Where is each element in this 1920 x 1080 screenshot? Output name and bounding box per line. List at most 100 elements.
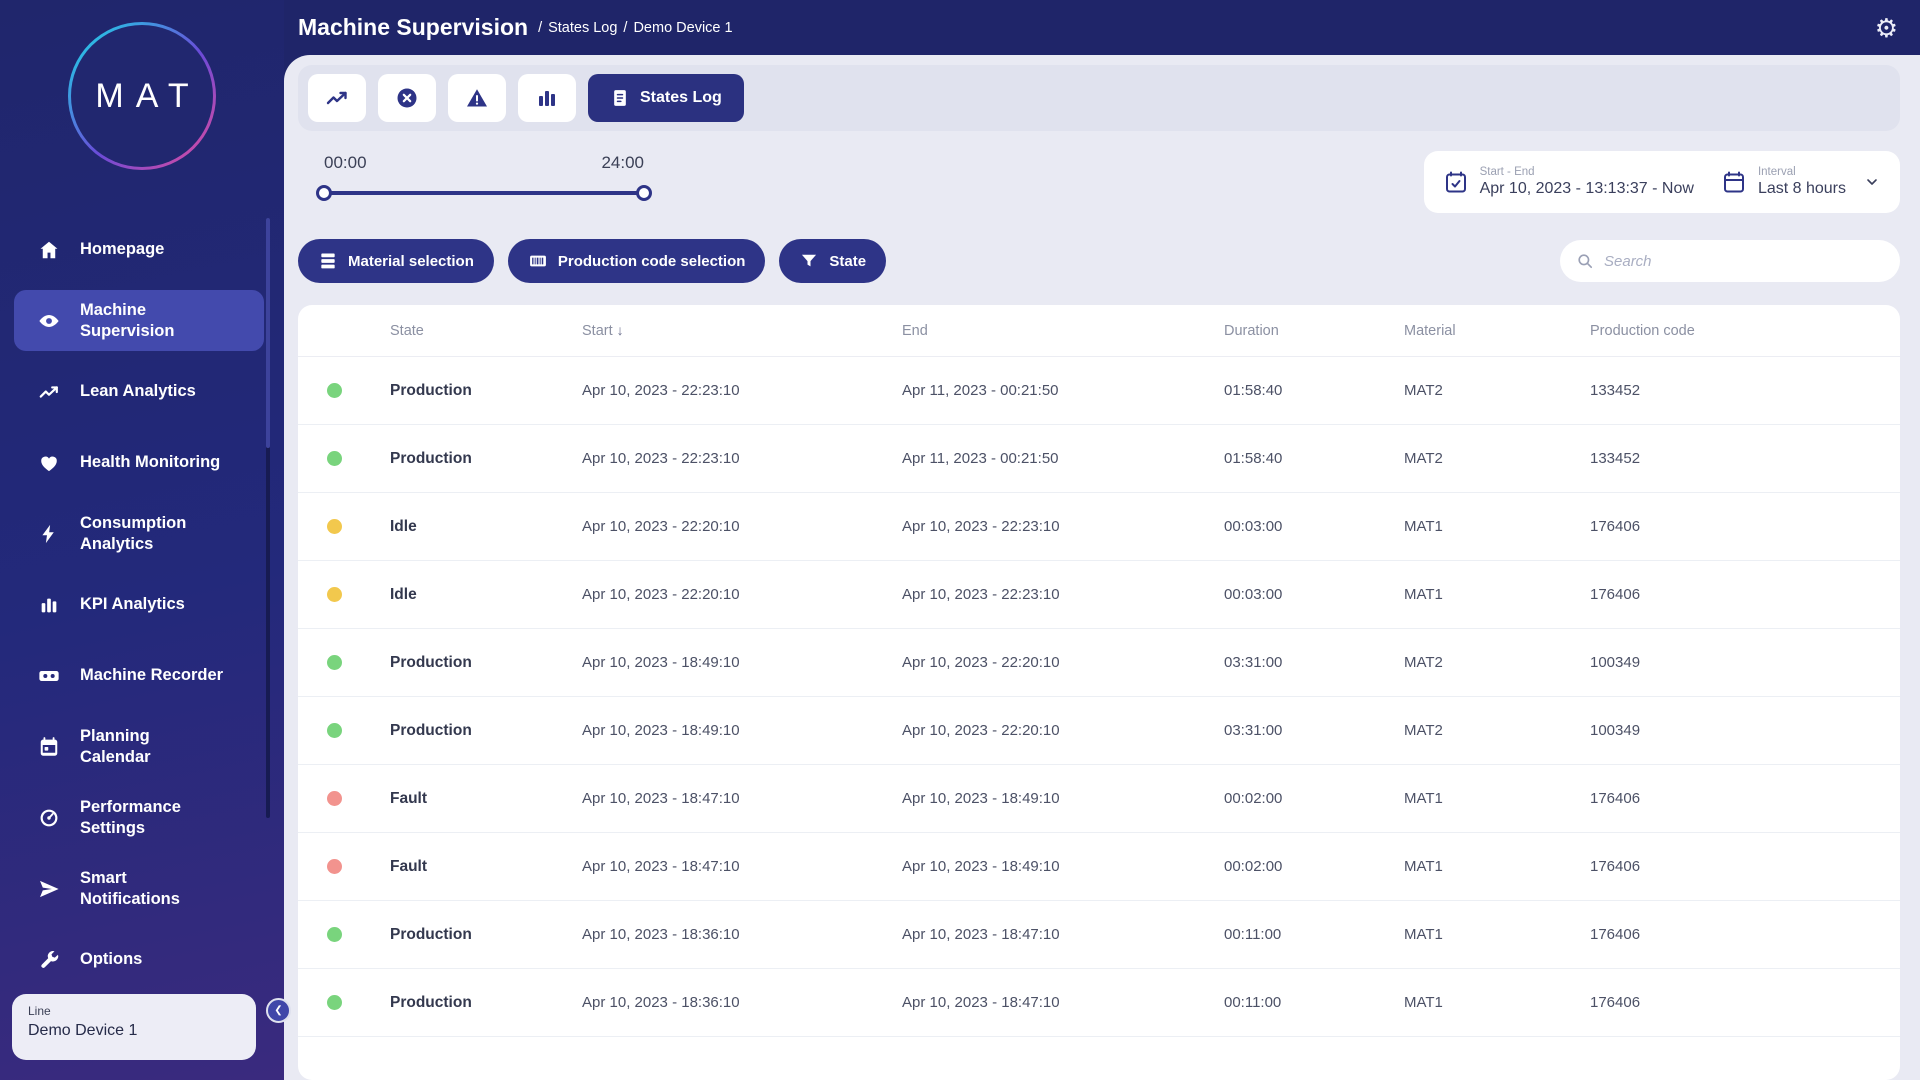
production-code-selection-button[interactable]: Production code selection	[508, 239, 766, 283]
cell-duration: 00:02:00	[1204, 790, 1384, 807]
trend-icon	[38, 380, 62, 404]
cell-production-code: 176406	[1570, 858, 1900, 875]
sidebar-item-machine-recorder[interactable]: Machine Recorder	[14, 645, 264, 706]
cell-production-code: 176406	[1570, 518, 1900, 535]
cell-start: Apr 10, 2023 - 18:49:10	[562, 654, 882, 671]
sidebar-item-options[interactable]: Options	[14, 929, 264, 990]
cell-state: Production	[370, 382, 562, 400]
sidebar-item-health-monitoring[interactable]: Health Monitoring	[14, 432, 264, 493]
start-end-picker[interactable]: Start - End Apr 10, 2023 - 13:13:37 - No…	[1444, 166, 1694, 198]
breadcrumb-item[interactable]: Demo Device 1	[633, 20, 732, 36]
cell-duration: 00:11:00	[1204, 926, 1384, 943]
cell-state: Production	[370, 722, 562, 740]
warning-triangle-icon	[465, 86, 489, 110]
cell-duration: 00:03:00	[1204, 586, 1384, 603]
cell-start: Apr 10, 2023 - 18:47:10	[562, 790, 882, 807]
tab-trend-button[interactable]	[308, 74, 366, 122]
table-row[interactable]: ProductionApr 10, 2023 - 18:36:10Apr 10,…	[298, 901, 1900, 969]
cell-state: Idle	[370, 518, 562, 536]
cell-duration: 00:11:00	[1204, 994, 1384, 1011]
table-row[interactable]: ProductionApr 10, 2023 - 22:23:10Apr 11,…	[298, 357, 1900, 425]
table-row[interactable]: IdleApr 10, 2023 - 22:20:10Apr 10, 2023 …	[298, 493, 1900, 561]
search-input[interactable]	[1604, 253, 1884, 270]
breadcrumb-item[interactable]: States Log	[548, 20, 617, 36]
column-header-production-code[interactable]: Production code	[1570, 323, 1900, 339]
tab-warnings-button[interactable]	[448, 74, 506, 122]
cell-duration: 03:31:00	[1204, 654, 1384, 671]
cell-production-code: 133452	[1570, 450, 1900, 467]
cell-production-code: 176406	[1570, 926, 1900, 943]
slider-track[interactable]	[324, 191, 644, 195]
device-selector[interactable]: Line Demo Device 1	[12, 994, 256, 1060]
table-row[interactable]: ProductionApr 10, 2023 - 18:49:10Apr 10,…	[298, 629, 1900, 697]
material-selection-button[interactable]: Material selection	[298, 239, 494, 283]
trend-chart-icon	[325, 86, 349, 110]
breadcrumb-separator: /	[623, 20, 627, 36]
settings-gear-icon[interactable]: ⚙	[1875, 15, 1898, 41]
cell-start: Apr 10, 2023 - 22:20:10	[562, 586, 882, 603]
interval-label: Interval	[1758, 166, 1846, 178]
state-dot	[327, 451, 342, 466]
cell-state: Production	[370, 994, 562, 1012]
table-row[interactable]: IdleApr 10, 2023 - 22:20:10Apr 10, 2023 …	[298, 561, 1900, 629]
state-dot	[327, 791, 342, 806]
material-selection-label: Material selection	[348, 253, 474, 270]
topbar: Machine Supervision / States Log / Demo …	[284, 0, 1920, 55]
sidebar-item-label: Lean Analytics	[80, 381, 196, 402]
funnel-icon	[799, 251, 819, 271]
sidebar-scrollbar-thumb[interactable]	[266, 218, 270, 448]
sidebar-scrollbar[interactable]	[266, 218, 270, 818]
sidebar-item-machine-supervision[interactable]: Machine Supervision	[14, 290, 264, 351]
column-header-duration[interactable]: Duration	[1204, 323, 1384, 339]
cell-material: MAT2	[1384, 382, 1570, 399]
sidebar-item-homepage[interactable]: Homepage	[14, 219, 264, 280]
barcode-icon	[528, 251, 548, 271]
cell-start: Apr 10, 2023 - 22:20:10	[562, 518, 882, 535]
cell-state: Fault	[370, 858, 562, 876]
cell-end: Apr 11, 2023 - 00:21:50	[882, 382, 1204, 399]
column-header-material[interactable]: Material	[1384, 323, 1570, 339]
table-row[interactable]: FaultApr 10, 2023 - 18:47:10Apr 10, 2023…	[298, 765, 1900, 833]
sidebar: MAT HomepageMachine SupervisionLean Anal…	[0, 0, 284, 1080]
state-filter-button[interactable]: State	[779, 239, 886, 283]
main-content: States Log 00:00 24:00	[284, 55, 1920, 1080]
cell-duration: 03:31:00	[1204, 722, 1384, 739]
tab-states-log-button[interactable]: States Log	[588, 74, 744, 122]
cell-end: Apr 11, 2023 - 00:21:50	[882, 450, 1204, 467]
sidebar-item-lean-analytics[interactable]: Lean Analytics	[14, 361, 264, 422]
sidebar-item-consumption-analytics[interactable]: Consumption Analytics	[14, 503, 264, 564]
table-row[interactable]: ProductionApr 10, 2023 - 18:36:10Apr 10,…	[298, 969, 1900, 1037]
breadcrumb: / States Log / Demo Device 1	[538, 20, 733, 36]
cell-state: Production	[370, 926, 562, 944]
sidebar-item-kpi-analytics[interactable]: KPI Analytics	[14, 574, 264, 635]
table-row[interactable]: ProductionApr 10, 2023 - 18:49:10Apr 10,…	[298, 697, 1900, 765]
sidebar-collapse-button[interactable]: ❮	[266, 998, 291, 1023]
table-row[interactable]: ProductionApr 10, 2023 - 22:23:10Apr 11,…	[298, 425, 1900, 493]
home-icon	[38, 238, 62, 262]
slider-handle-end[interactable]	[636, 185, 652, 201]
cell-production-code: 176406	[1570, 994, 1900, 1011]
bars-icon	[38, 593, 62, 617]
interval-picker[interactable]: Interval Last 8 hours	[1722, 166, 1880, 198]
sidebar-item-label: Health Monitoring	[80, 452, 220, 473]
date-range-card: Start - End Apr 10, 2023 - 13:13:37 - No…	[1424, 151, 1900, 213]
table-row[interactable]: FaultApr 10, 2023 - 18:47:10Apr 10, 2023…	[298, 833, 1900, 901]
slider-end-label: 24:00	[601, 153, 644, 173]
cell-end: Apr 10, 2023 - 22:23:10	[882, 518, 1204, 535]
column-header-start[interactable]: Start↓	[562, 322, 882, 339]
cell-material: MAT1	[1384, 858, 1570, 875]
cell-production-code: 100349	[1570, 722, 1900, 739]
sidebar-item-performance-settings[interactable]: Performance Settings	[14, 787, 264, 848]
state-dot	[327, 859, 342, 874]
column-header-state[interactable]: State	[370, 323, 562, 339]
x-circle-icon	[395, 86, 419, 110]
sidebar-menu: Homepage Machine Supervision Lean Analytic…	[0, 214, 284, 995]
page-title: Machine Supervision	[298, 14, 528, 41]
sidebar-item-planning-calendar[interactable]: Planning Calendar	[14, 716, 264, 777]
cell-start: Apr 10, 2023 - 22:23:10	[562, 450, 882, 467]
tab-histogram-button[interactable]	[518, 74, 576, 122]
sidebar-item-smart-notifications[interactable]: Smart Notifications	[14, 858, 264, 919]
column-header-end[interactable]: End	[882, 323, 1204, 339]
slider-handle-start[interactable]	[316, 185, 332, 201]
tab-faults-button[interactable]	[378, 74, 436, 122]
